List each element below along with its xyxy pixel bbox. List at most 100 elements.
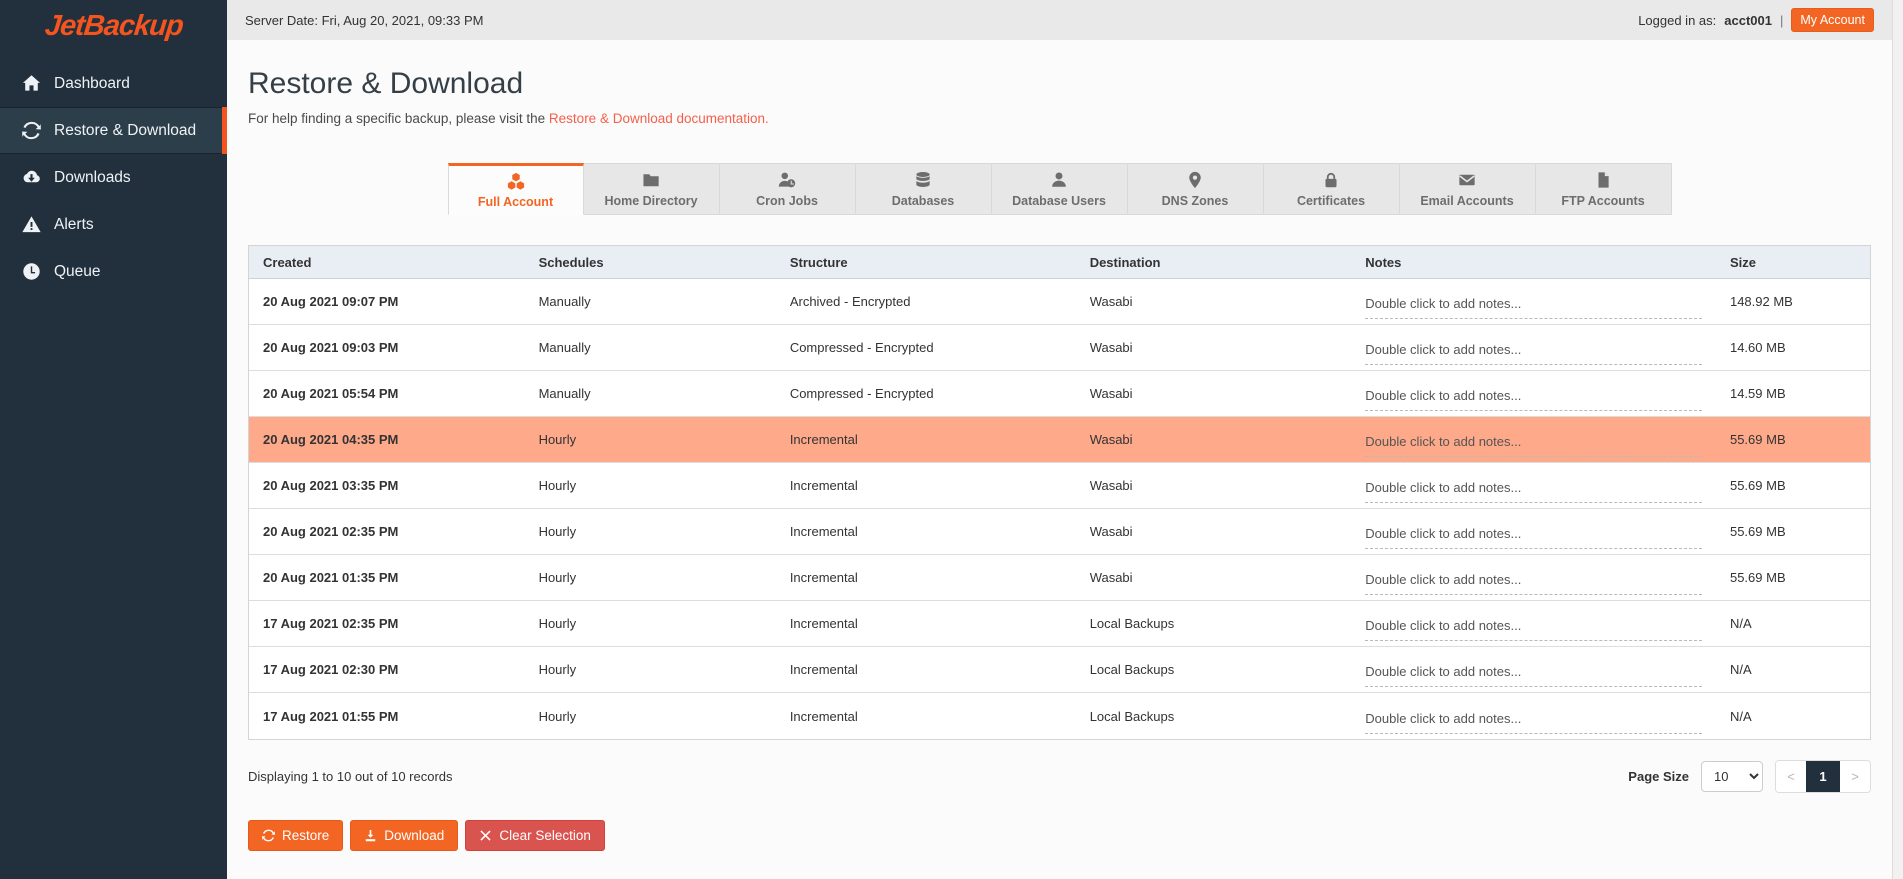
notes-placeholder[interactable]: Double click to add notes... <box>1365 296 1702 319</box>
map-marker-icon <box>1186 171 1204 189</box>
notes-placeholder[interactable]: Double click to add notes... <box>1365 342 1702 365</box>
tab-certificates[interactable]: Certificates <box>1263 163 1400 215</box>
sidebar-item-alerts[interactable]: Alerts <box>0 201 227 248</box>
cell-notes: Double click to add notes... <box>1351 468 1716 503</box>
notes-placeholder[interactable]: Double click to add notes... <box>1365 618 1702 641</box>
sync-icon <box>22 121 41 140</box>
table-row[interactable]: 17 Aug 2021 02:30 PM Hourly Incremental … <box>249 647 1870 693</box>
cell-schedules: Hourly <box>538 616 577 631</box>
cloud-download-icon <box>22 168 41 187</box>
table-body: 20 Aug 2021 09:07 PM Manually Archived -… <box>249 279 1870 739</box>
username: acct001 <box>1724 12 1772 28</box>
clear-selection-button[interactable]: Clear Selection <box>465 820 605 851</box>
notes-placeholder[interactable]: Double click to add notes... <box>1365 480 1702 503</box>
cell-structure: Incremental <box>789 524 858 539</box>
tab-label: DNS Zones <box>1161 193 1229 208</box>
sidebar-item-restore-download[interactable]: Restore & Download <box>0 107 227 154</box>
cell-size: 148.92 MB <box>1729 294 1793 309</box>
tab-ftp-accounts[interactable]: FTP Accounts <box>1535 163 1672 215</box>
tab-cron-jobs[interactable]: Cron Jobs <box>719 163 856 215</box>
previous-page-button[interactable]: < <box>1776 761 1806 792</box>
column-header-size: Size <box>1729 254 1756 270</box>
table-row[interactable]: 20 Aug 2021 03:35 PM Hourly Incremental … <box>249 463 1870 509</box>
topbar: Server Date: Fri, Aug 20, 2021, 09:33 PM… <box>227 0 1892 40</box>
notes-placeholder[interactable]: Double click to add notes... <box>1365 388 1702 411</box>
download-icon <box>364 829 377 842</box>
notes-placeholder[interactable]: Double click to add notes... <box>1365 664 1702 687</box>
cell-created: 17 Aug 2021 02:35 PM <box>263 616 399 631</box>
next-page-button[interactable]: > <box>1840 761 1870 792</box>
sidebar-item-dashboard[interactable]: Dashboard <box>0 60 227 107</box>
table-row[interactable]: 20 Aug 2021 09:07 PM Manually Archived -… <box>249 279 1870 325</box>
logo-row: JetBackup <box>0 0 227 44</box>
cell-created: 20 Aug 2021 01:35 PM <box>263 570 399 585</box>
sidebar-item-downloads[interactable]: Downloads <box>0 154 227 201</box>
cell-structure: Incremental <box>789 662 858 677</box>
cell-destination: Wasabi <box>1089 570 1133 585</box>
notes-placeholder[interactable]: Double click to add notes... <box>1365 711 1702 734</box>
cell-structure: Archived - Encrypted <box>789 294 911 309</box>
tab-databases[interactable]: Databases <box>855 163 992 215</box>
tab-home-directory[interactable]: Home Directory <box>583 163 720 215</box>
download-button[interactable]: Download <box>350 820 459 851</box>
cell-structure: Incremental <box>789 478 858 493</box>
tab-dns-zones[interactable]: DNS Zones <box>1127 163 1264 215</box>
page-title: Restore & Download <box>248 67 524 100</box>
notes-placeholder[interactable]: Double click to add notes... <box>1365 434 1702 457</box>
cell-schedules: Hourly <box>538 570 577 585</box>
table-row[interactable]: 20 Aug 2021 04:35 PM Hourly Incremental … <box>249 417 1870 463</box>
cell-schedules: Hourly <box>538 478 577 493</box>
home-icon <box>22 74 41 93</box>
cell-schedules: Hourly <box>538 662 577 677</box>
user-icon <box>1050 171 1068 189</box>
table-row[interactable]: 17 Aug 2021 02:35 PM Hourly Incremental … <box>249 601 1870 647</box>
cell-notes: Double click to add notes... <box>1351 652 1716 687</box>
current-page-button[interactable]: 1 <box>1806 761 1840 792</box>
tab-label: FTP Accounts <box>1561 193 1645 208</box>
table-row[interactable]: 20 Aug 2021 09:03 PM Manually Compressed… <box>249 325 1870 371</box>
table-row[interactable]: 17 Aug 2021 01:55 PM Hourly Incremental … <box>249 693 1870 739</box>
cell-destination: Local Backups <box>1089 662 1175 677</box>
notes-placeholder[interactable]: Double click to add notes... <box>1365 526 1702 549</box>
cell-notes: Double click to add notes... <box>1351 560 1716 595</box>
cell-structure: Incremental <box>789 616 858 631</box>
documentation-link[interactable]: Restore & Download documentation. <box>549 111 769 126</box>
tab-label: Databases <box>891 193 955 208</box>
cell-notes: Double click to add notes... <box>1351 699 1716 734</box>
vertical-scrollbar[interactable] <box>1892 0 1903 879</box>
clock-icon <box>22 262 41 281</box>
page-size-select[interactable]: 10 <box>1701 761 1763 792</box>
cell-size: 14.59 MB <box>1729 386 1786 401</box>
my-account-button[interactable]: My Account <box>1791 8 1874 32</box>
table-row[interactable]: 20 Aug 2021 02:35 PM Hourly Incremental … <box>249 509 1870 555</box>
cell-structure: Incremental <box>789 570 858 585</box>
tab-label: Home Directory <box>604 193 698 208</box>
cell-created: 20 Aug 2021 05:54 PM <box>263 386 399 401</box>
cell-created: 20 Aug 2021 09:03 PM <box>263 340 399 355</box>
clear-icon <box>479 829 492 842</box>
topbar-right: Logged in as: acct001 | My Account <box>1638 8 1874 32</box>
logged-in-label: Logged in as: <box>1638 12 1717 28</box>
restore-button[interactable]: Restore <box>248 820 344 851</box>
cubes-icon <box>507 172 525 190</box>
jetbackup-logo[interactable]: JetBackup <box>43 10 184 43</box>
tab-full-account[interactable]: Full Account <box>447 163 584 215</box>
cell-size: N/A <box>1729 708 1752 724</box>
sidebar-item-label: Dashboard <box>54 74 130 92</box>
column-header-created: Created <box>263 254 312 270</box>
cell-destination: Wasabi <box>1089 432 1133 447</box>
table-row[interactable]: 20 Aug 2021 05:54 PM Manually Compressed… <box>249 371 1870 417</box>
cell-schedules: Hourly <box>538 524 577 539</box>
cell-structure: Compressed - Encrypted <box>789 340 934 355</box>
sidebar-item-queue[interactable]: Queue <box>0 248 227 295</box>
cell-size: 55.69 MB <box>1729 524 1786 539</box>
notes-placeholder[interactable]: Double click to add notes... <box>1365 572 1702 595</box>
tab-database-users[interactable]: Database Users <box>991 163 1128 215</box>
tab-label: Certificates <box>1296 193 1366 208</box>
cell-size: 14.60 MB <box>1729 340 1786 355</box>
table-row[interactable]: 20 Aug 2021 01:35 PM Hourly Incremental … <box>249 555 1870 601</box>
tab-email-accounts[interactable]: Email Accounts <box>1399 163 1536 215</box>
cell-schedules: Manually <box>538 386 591 401</box>
cell-notes: Double click to add notes... <box>1351 376 1716 411</box>
cell-notes: Double click to add notes... <box>1351 514 1716 549</box>
